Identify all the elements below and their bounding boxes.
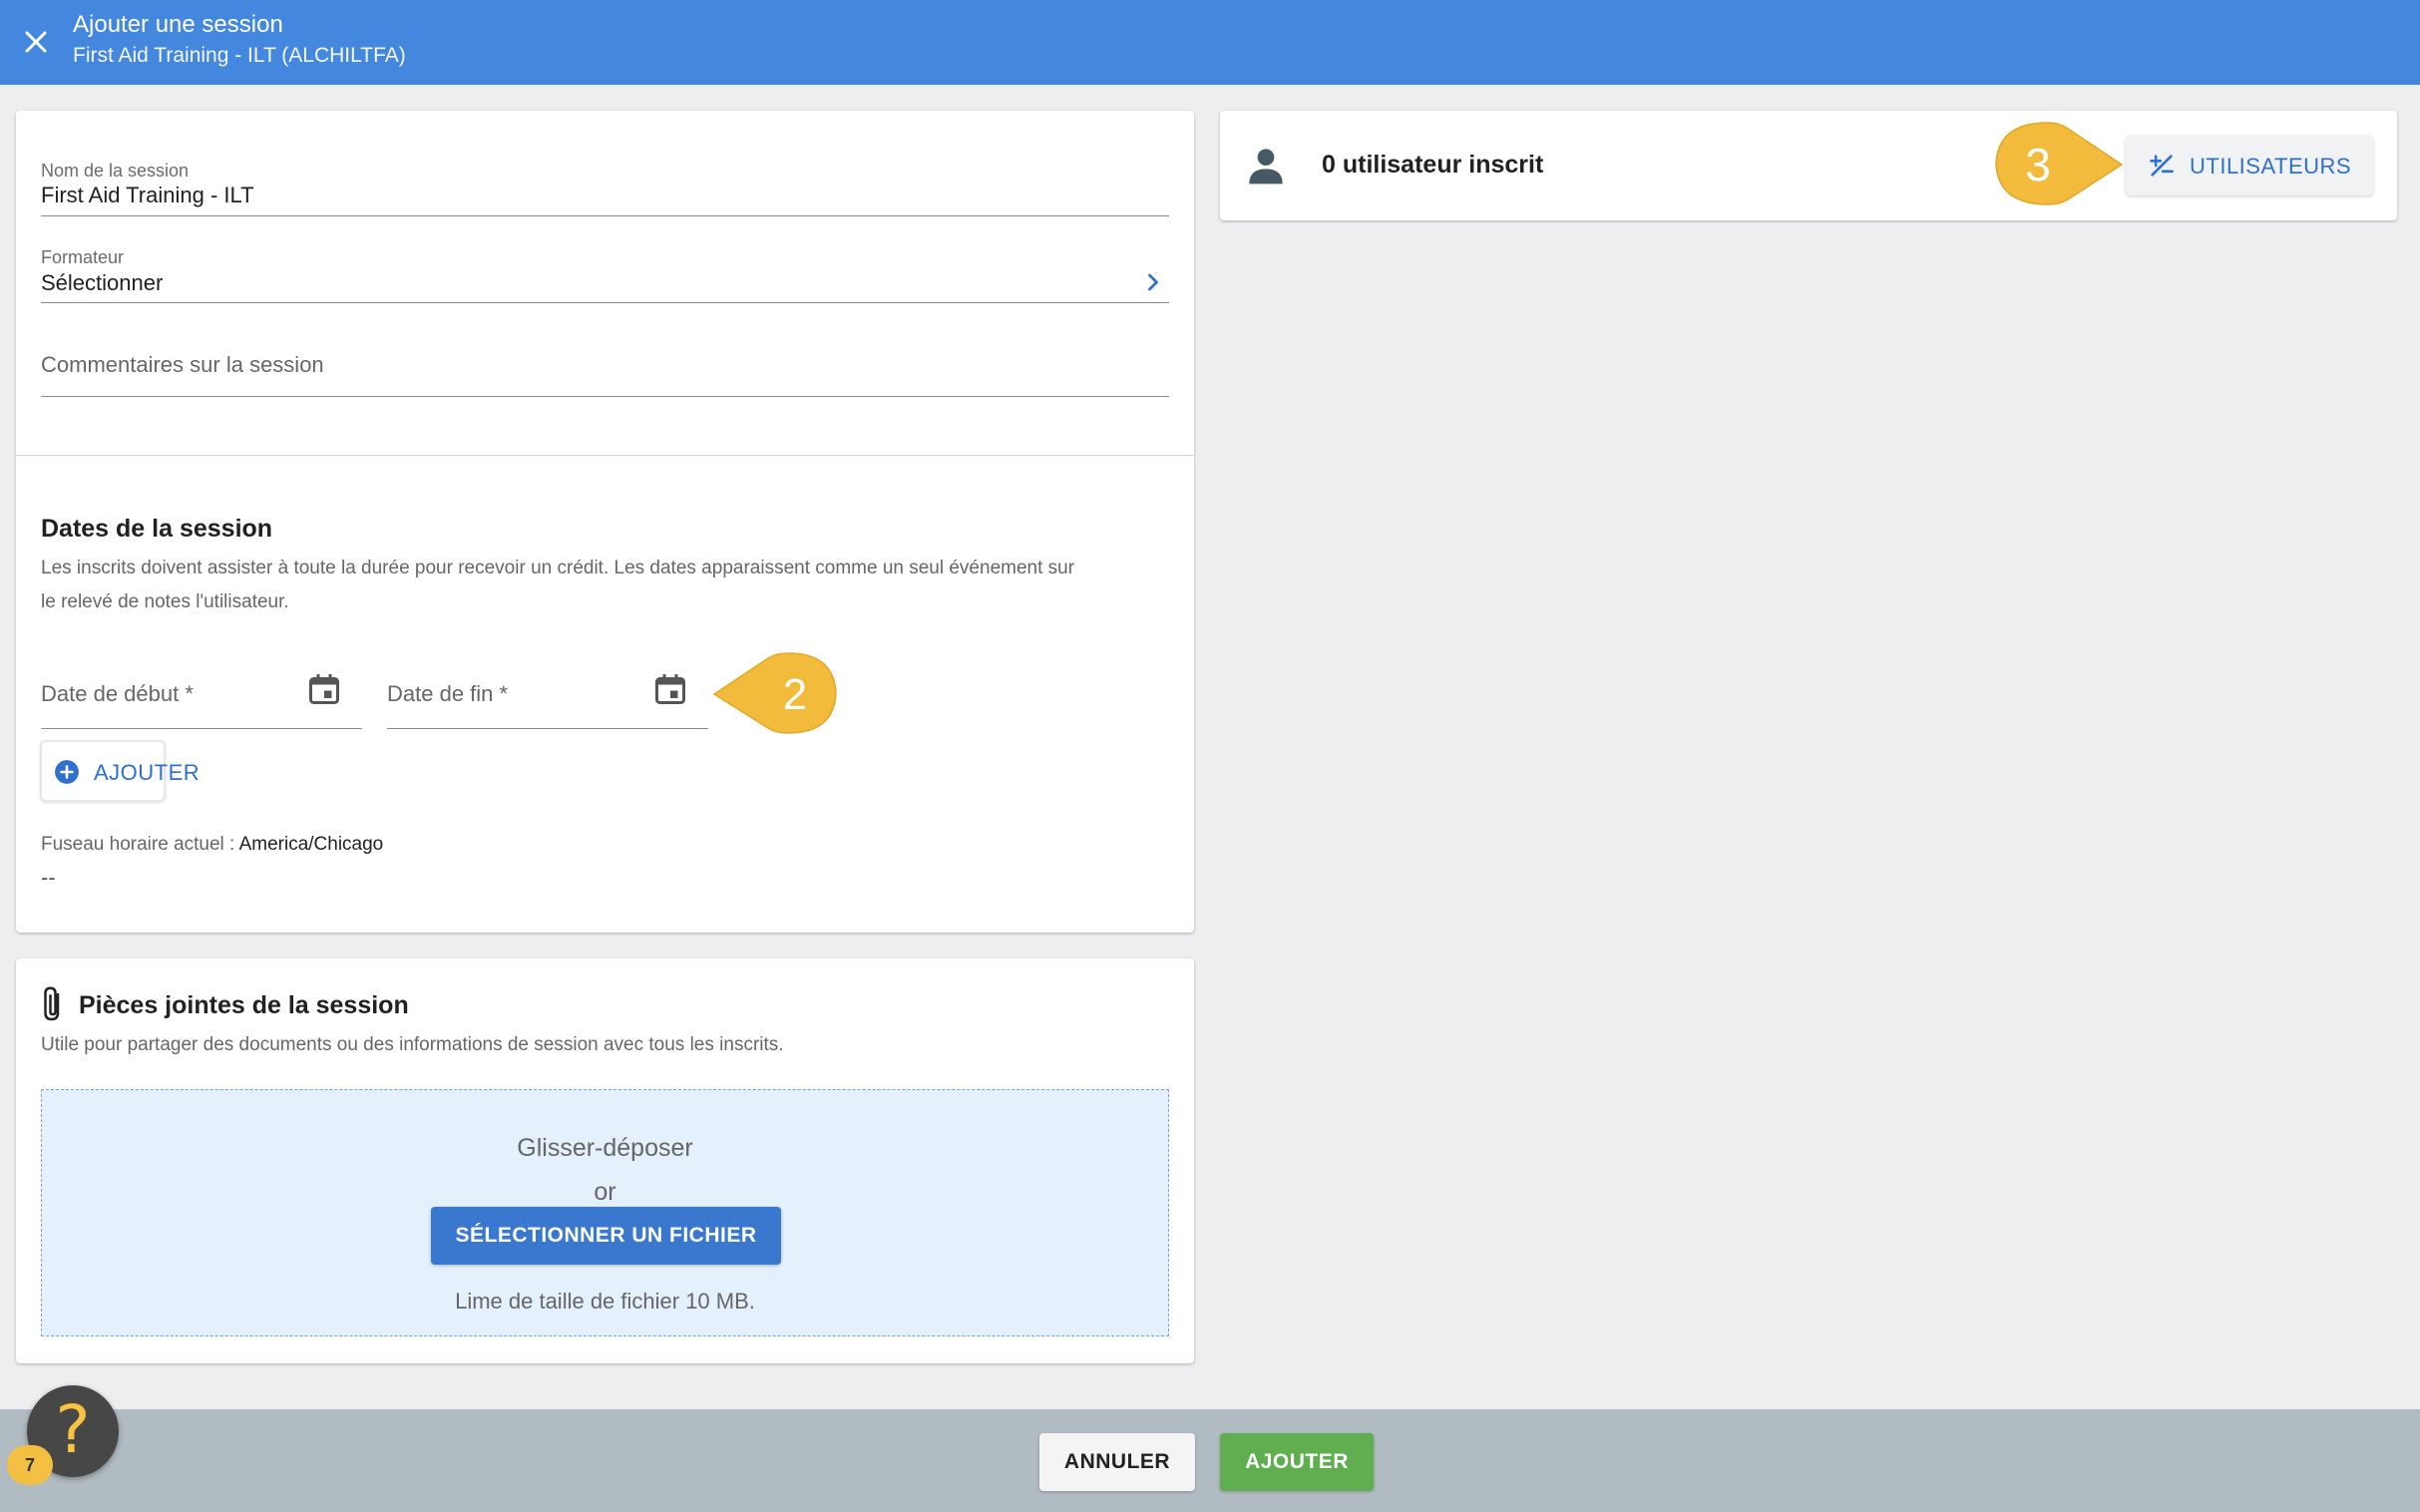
file-dropzone[interactable]: Glisser-déposer or SÉLECTIONNER UN FICHI… [41, 1089, 1169, 1336]
chevron-right-icon[interactable] [1139, 268, 1167, 296]
session-name-label: Nom de la session [41, 161, 190, 181]
session-dates-title: Dates de la session [41, 515, 273, 543]
end-date-field[interactable]: Date de fin * [387, 669, 708, 729]
enrolled-users-card: 0 utilisateur inscrit UTILISATEURS [1220, 111, 2397, 220]
timezone-line: Fuseau horaire actuel : America/Chicago [41, 834, 383, 856]
plus-minus-icon [2150, 155, 2174, 177]
calendar-icon[interactable] [306, 671, 342, 707]
dialog-subtitle: First Aid Training - ILT (ALCHILTFA) [73, 44, 406, 67]
dialog-header: Ajouter une session First Aid Training -… [0, 0, 2420, 85]
add-session-button[interactable]: AJOUTER [1220, 1433, 1374, 1491]
dialog-footer: ANNULER AJOUTER [0, 1409, 2420, 1512]
dropzone-title: Glisser-déposer [517, 1134, 693, 1162]
attachments-title: Pièces jointes de la session [79, 991, 409, 1019]
session-name-field[interactable]: Nom de la session First Aid Training - I… [41, 146, 1169, 216]
dropzone-or: or [594, 1178, 616, 1206]
trainer-value: Sélectionner [41, 270, 164, 295]
close-icon[interactable] [18, 24, 54, 60]
dialog-title: Ajouter une session [73, 11, 283, 38]
file-size-limit: Lime de taille de fichier 10 MB. [455, 1289, 755, 1314]
step-marker-3-label: 3 [2025, 139, 2051, 190]
users-button-label: UTILISATEURS [2190, 154, 2352, 179]
start-date-field[interactable]: Date de début * [41, 669, 362, 729]
session-name-value: First Aid Training - ILT [41, 183, 254, 207]
help-notification-badge: 7 [7, 1445, 53, 1485]
cancel-button[interactable]: ANNULER [1039, 1433, 1195, 1491]
timezone-placeholder: -- [41, 865, 56, 890]
session-comments-field[interactable]: Commentaires sur la session [41, 330, 1169, 397]
trainer-label: Formateur [41, 247, 125, 267]
add-session-dialog: Ajouter une session First Aid Training -… [0, 0, 2420, 1512]
session-dates-help-line-2: le relevé de notes l'utilisateur. [41, 591, 289, 612]
add-circle-icon [55, 760, 79, 784]
calendar-icon[interactable] [652, 671, 688, 707]
start-date-label: Date de début * [41, 681, 194, 706]
section-divider [16, 455, 1194, 456]
select-file-button[interactable]: SÉLECTIONNER UN FICHIER [431, 1207, 781, 1265]
paperclip-icon [38, 984, 68, 1024]
trainer-field[interactable]: Formateur Sélectionner [41, 232, 1169, 303]
timezone-label: Fuseau horaire actuel : [41, 834, 235, 855]
end-date-label: Date de fin * [387, 681, 509, 706]
users-button[interactable]: UTILISATEURS [2126, 136, 2373, 195]
timezone-value: America/Chicago [238, 834, 384, 855]
person-icon [1246, 146, 1286, 186]
add-date-label: AJOUTER [94, 760, 201, 785]
session-comments-placeholder: Commentaires sur la session [41, 352, 324, 377]
session-dates-help-line-1: Les inscrits doivent assister à toute la… [41, 558, 1075, 578]
step-marker-2: 2 [712, 650, 844, 736]
attachments-card: Pièces jointes de la session Utile pour … [16, 958, 1194, 1363]
add-date-button[interactable]: AJOUTER [40, 740, 200, 802]
attachments-help: Utile pour partager des documents ou des… [41, 1034, 784, 1055]
step-marker-3: 3 [1990, 120, 2124, 207]
enrolled-users-count: 0 utilisateur inscrit [1322, 151, 1544, 179]
step-marker-2-label: 2 [783, 670, 807, 719]
session-form-card: Nom de la session First Aid Training - I… [16, 111, 1194, 933]
